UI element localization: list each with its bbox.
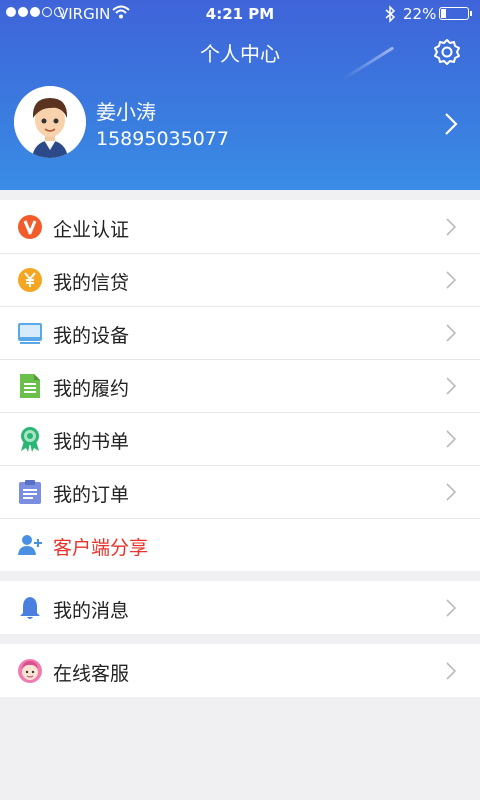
menu-item-label: 我的书单 [53,431,130,453]
battery-icon [439,7,472,20]
chevron-right-icon [446,483,457,505]
document-icon [17,373,43,399]
menu-item-label: 我的订单 [53,484,130,506]
avatar [14,86,86,158]
page-title: 个人中心 [200,42,280,66]
menu-item-my-devices[interactable]: 我的设备 [0,306,480,359]
user-name: 姜小涛 [96,100,156,124]
menu-group-main: 企业认证 我的信贷 我的设备 我的履约 我的书单 我的订单 客户端分享 [0,200,480,571]
bluetooth-icon [384,5,396,27]
battery-percent: 22% [403,5,437,23]
award-ribbon-icon [17,426,43,452]
chevron-right-icon [446,324,457,346]
menu-item-label: 我的消息 [53,600,130,622]
menu-item-my-orders[interactable]: 我的订单 [0,465,480,518]
menu-item-my-booklist[interactable]: 我的书单 [0,412,480,465]
chevron-right-icon [446,377,457,399]
menu-item-my-messages[interactable]: 我的消息 [0,581,480,634]
menu-item-label: 在线客服 [53,663,130,685]
header: VIRGIN 4:21 PM 22% 个人中心 姜小涛 15895035077 [0,0,480,190]
menu-item-label: 客户端分享 [53,537,149,559]
clipboard-icon [17,479,43,505]
menu-item-enterprise-verification[interactable]: 企业认证 [0,200,480,253]
verified-v-icon [17,214,43,240]
status-bar: VIRGIN 4:21 PM 22% [0,0,480,28]
chevron-right-icon [446,218,457,240]
menu-item-share-client[interactable]: 客户端分享 [0,518,480,571]
monitor-icon [17,320,43,346]
support-agent-icon [17,658,43,684]
menu-item-label: 我的信贷 [53,272,130,294]
menu-item-label: 企业认证 [53,219,130,241]
menu-group-support: 在线客服 [0,644,480,697]
menu-group-messages: 我的消息 [0,581,480,634]
gear-icon[interactable] [433,38,461,66]
profile-card[interactable]: 姜小涛 15895035077 [0,86,480,166]
menu-item-label: 我的履约 [53,378,130,400]
chevron-right-icon [446,271,457,293]
add-user-icon [17,532,43,558]
chevron-right-icon [446,599,457,621]
chevron-right-icon [446,662,457,684]
menu-item-my-credit[interactable]: 我的信贷 [0,253,480,306]
yuan-coin-icon [17,267,43,293]
chevron-right-icon [446,430,457,452]
menu-item-online-support[interactable]: 在线客服 [0,644,480,697]
bell-icon [17,595,43,621]
user-phone: 15895035077 [96,128,229,150]
chevron-right-icon [444,112,458,140]
menu-item-label: 我的设备 [53,325,130,347]
menu-item-my-performance[interactable]: 我的履约 [0,359,480,412]
